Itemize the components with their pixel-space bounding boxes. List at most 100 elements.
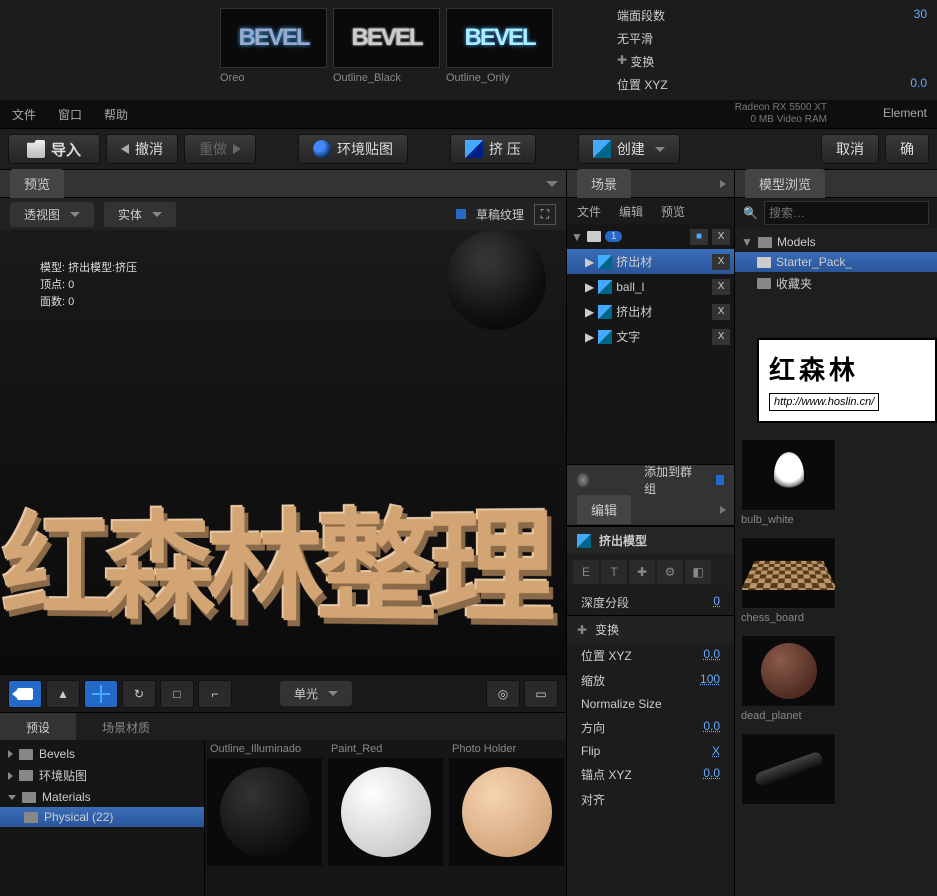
rotate-tool[interactable]: ↻: [122, 680, 156, 708]
scene-menu-file[interactable]: 文件: [577, 203, 601, 220]
gear-icon[interactable]: ⚙: [657, 560, 683, 584]
focus-tool[interactable]: ◎: [486, 680, 520, 708]
material-item[interactable]: Paint_Red: [328, 740, 443, 896]
preset-outline-only[interactable]: BEVEL Outline_Only: [446, 8, 553, 100]
model-tree: ▼Models Starter_Pack_ 收藏夹: [735, 228, 937, 299]
preset-outline-black[interactable]: BEVEL Outline_Black: [333, 8, 440, 100]
tree-materials[interactable]: Materials: [0, 787, 204, 807]
addgroup-checkbox[interactable]: [716, 475, 724, 485]
move-icon: [92, 685, 110, 703]
scene-header: 场景: [567, 170, 734, 198]
model-item[interactable]: [741, 733, 931, 811]
scene-menu-edit[interactable]: 编辑: [619, 203, 643, 220]
tree-favorites[interactable]: 收藏夹: [735, 272, 937, 295]
pointer-icon: ▲: [57, 687, 69, 701]
cube-icon: [593, 140, 611, 158]
menu-window[interactable]: 窗口: [58, 106, 82, 123]
element-label: Element: [883, 106, 927, 120]
tree-physical[interactable]: Physical (22): [0, 807, 204, 827]
undo-button[interactable]: 撤消: [106, 134, 178, 164]
model-bulb[interactable]: bulb_white: [741, 439, 931, 529]
tree-envmaps[interactable]: 环境贴图: [0, 764, 204, 787]
env-sphere-preview: [446, 230, 546, 330]
icon-t[interactable]: T: [601, 560, 627, 584]
camera-tool[interactable]: [8, 680, 42, 708]
preset-label: Oreo: [220, 68, 327, 88]
select-tool[interactable]: ▲: [46, 680, 80, 708]
menu-help[interactable]: 帮助: [104, 106, 128, 123]
dir-value[interactable]: 0.0: [703, 719, 720, 736]
scene-item[interactable]: ▶挤出材X: [567, 249, 734, 274]
preview-header: 预览: [0, 170, 566, 198]
settings-icon[interactable]: ◧: [685, 560, 711, 584]
flip-value[interactable]: X: [712, 744, 720, 758]
extrude-model-header[interactable]: 挤出模型: [567, 526, 734, 554]
cancel-button[interactable]: 取消: [821, 134, 879, 164]
scale-tool[interactable]: □: [160, 680, 194, 708]
draft-checkbox[interactable]: [456, 209, 466, 219]
scene-item[interactable]: ▶挤出材X: [567, 299, 734, 324]
scene-menu-preview[interactable]: 预览: [661, 203, 685, 220]
scene-tab[interactable]: 场景: [577, 169, 631, 198]
tab-presets[interactable]: 预设: [0, 713, 76, 740]
scene-item[interactable]: ▶ball_lX: [567, 274, 734, 299]
folder-icon: [27, 140, 45, 158]
light-select[interactable]: 单光: [280, 681, 352, 706]
chevron-down-icon[interactable]: [546, 181, 558, 187]
scene-root[interactable]: ▼ 1 ■X: [567, 224, 734, 249]
target-icon: ◎: [498, 687, 508, 701]
icon-e[interactable]: E: [573, 560, 599, 584]
create-button[interactable]: 创建: [578, 134, 680, 164]
preset-label: Outline_Black: [333, 68, 440, 88]
scale-value[interactable]: 100: [700, 672, 720, 689]
display-tool[interactable]: ▭: [524, 680, 558, 708]
model-thumbs: bulb_white chess_board dead_planet: [735, 439, 937, 819]
material-item[interactable]: Photo Holder: [449, 740, 564, 896]
edit-tab[interactable]: 编辑: [577, 495, 631, 524]
chevron-right-icon[interactable]: [720, 180, 726, 188]
models-tab[interactable]: 模型浏览: [745, 169, 825, 198]
sphere-icon[interactable]: [577, 473, 589, 487]
view-select[interactable]: 透视图: [10, 202, 94, 227]
preset-tree: Bevels 环境贴图 Materials Physical (22): [0, 740, 205, 896]
envmap-button[interactable]: 环境贴图: [298, 134, 408, 164]
search-icon: 🔍: [743, 206, 758, 220]
tree-bevels[interactable]: Bevels: [0, 744, 204, 764]
tree-starter-pack[interactable]: Starter_Pack_: [735, 252, 937, 272]
material-item[interactable]: Outline_Illuminado: [207, 740, 322, 896]
viewport[interactable]: 模型: 挤出模型:挤压 顶点: 0 面数: 0 红森林整理 素: [0, 230, 566, 674]
axis-tool[interactable]: ⌐: [198, 680, 232, 708]
tree-models[interactable]: ▼Models: [735, 232, 937, 252]
chevron-right-icon[interactable]: [720, 506, 726, 514]
preset-oreo[interactable]: BEVEL Oreo: [220, 8, 327, 100]
move-tool[interactable]: [84, 680, 118, 708]
preset-label: Outline_Only: [446, 68, 553, 88]
anchor-value[interactable]: 0.0: [703, 766, 720, 783]
redo-button[interactable]: 重做: [184, 134, 256, 164]
draft-label: 草稿纹理: [476, 206, 524, 223]
ok-button[interactable]: 确: [885, 134, 929, 164]
menu-file[interactable]: 文件: [12, 106, 36, 123]
preview-tab[interactable]: 预览: [10, 169, 64, 198]
preset-strip: BEVEL Oreo BEVEL Outline_Black BEVEL Out…: [0, 0, 553, 100]
tab-scene-mats[interactable]: 场景材质: [76, 713, 176, 740]
menubar: 文件 窗口 帮助 Radeon RX 5500 XT0 MB Video RAM…: [0, 100, 937, 128]
mode-select[interactable]: 实体: [104, 202, 176, 227]
move-icon[interactable]: ✚: [629, 560, 655, 584]
extrude-button[interactable]: 挤 压: [450, 134, 536, 164]
axis-icon: ⌐: [211, 687, 218, 701]
import-button[interactable]: 导入: [8, 134, 100, 164]
viewport-options: 透视图 实体 草稿纹理 ⛶: [0, 198, 566, 230]
scene-item[interactable]: ▶文字X: [567, 324, 734, 349]
fullscreen-icon[interactable]: ⛶: [534, 204, 556, 225]
rotate-icon: ↻: [134, 687, 144, 701]
square-icon[interactable]: [611, 473, 623, 487]
model-chess[interactable]: chess_board: [741, 537, 931, 627]
globe-icon: [313, 140, 331, 158]
camera-icon: [17, 688, 33, 700]
depth-value[interactable]: 0: [713, 594, 720, 611]
pos-value[interactable]: 0.0: [703, 647, 720, 664]
search-input[interactable]: [764, 201, 929, 225]
top-properties: 端面段数30 无平滑 ✚ 变换 位置 XYZ0.0: [607, 0, 937, 100]
model-planet[interactable]: dead_planet: [741, 635, 931, 725]
